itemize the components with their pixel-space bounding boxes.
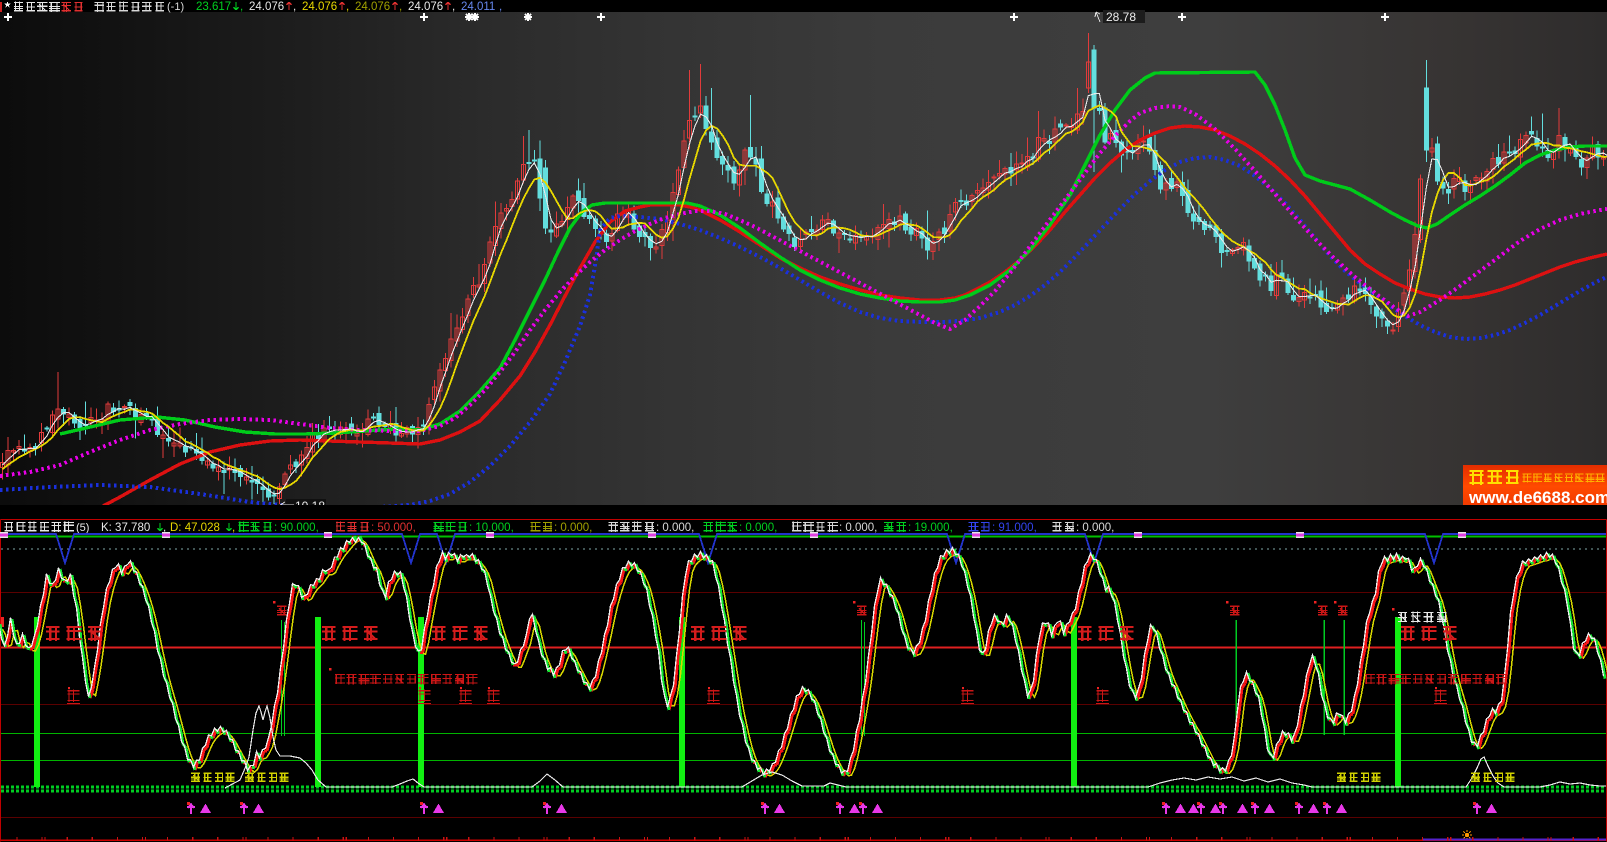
svg-text:28.78: 28.78 [1106,10,1136,24]
svg-text:24.011: 24.011 [461,1,495,13]
svg-text:: 90.000,: : 90.000, [274,522,319,534]
svg-text:24.076: 24.076 [408,1,443,13]
svg-text:: 0.000,: : 0.000, [1076,522,1114,534]
svg-text:24.076: 24.076 [302,1,337,13]
svg-text:: 91.000,: : 91.000, [992,522,1037,534]
svg-text:: 50.000,: : 50.000, [371,522,416,534]
svg-text:: 0.000,: : 0.000, [839,522,877,534]
svg-text:,: , [452,1,455,13]
svg-text:: 19.000,: : 19.000, [908,522,953,534]
svg-text:,: , [232,522,235,534]
svg-text:,: , [499,1,502,13]
svg-text:: 0.000,: : 0.000, [554,522,592,534]
svg-text:(-1): (-1) [167,1,184,13]
svg-text:,: , [346,1,349,13]
svg-text:23.617: 23.617 [196,1,231,13]
svg-text:,: , [399,1,402,13]
svg-text:: 0.000,: : 0.000, [656,522,694,534]
svg-text:,: , [240,1,243,13]
svg-text:K: 37.780: K: 37.780 [101,522,150,534]
svg-text:D: 47.028: D: 47.028 [170,522,220,534]
svg-text:(5): (5) [76,522,89,534]
svg-text:www.de6688.com: www.de6688.com [1468,488,1607,507]
svg-text:: 0.000,: : 0.000, [739,522,777,534]
svg-text:24.076: 24.076 [249,1,284,13]
svg-text:,: , [293,1,296,13]
svg-text:24.076: 24.076 [355,1,390,13]
